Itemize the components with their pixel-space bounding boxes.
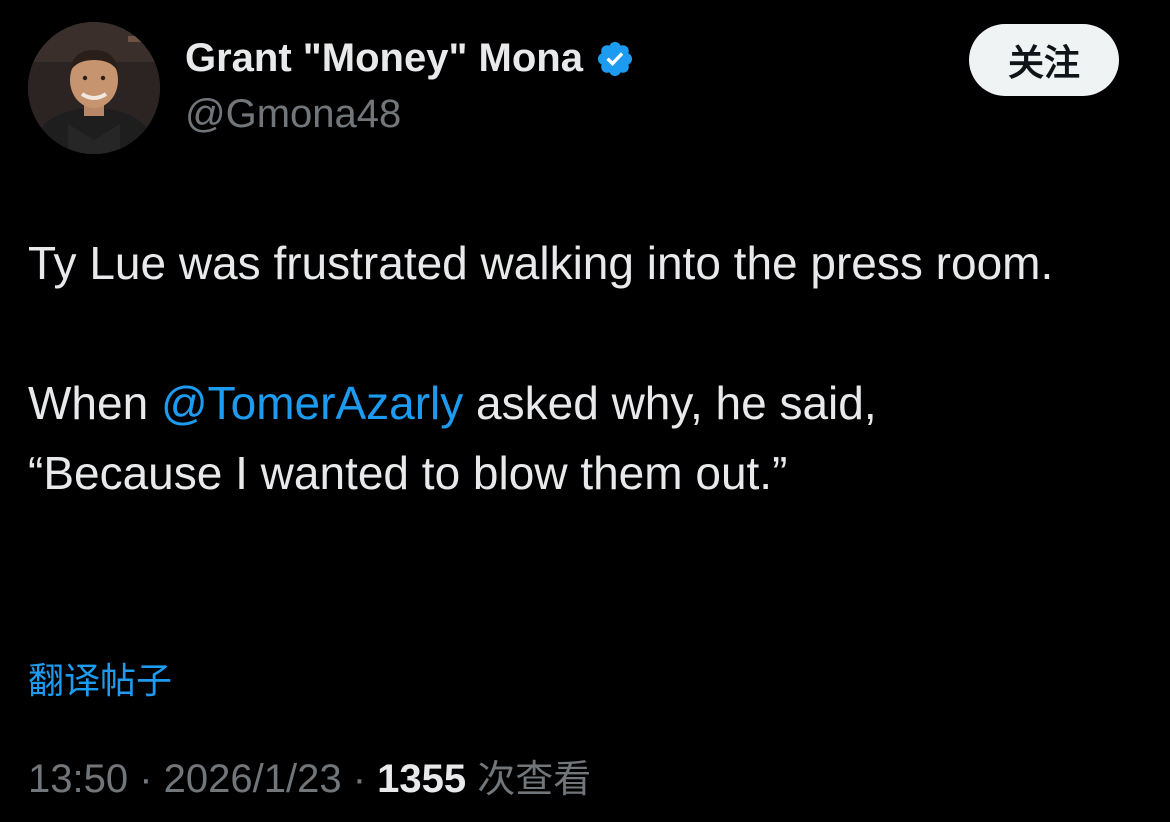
author-name-text[interactable]: Grant "Money" Mona [185,36,583,81]
tweet-meta: 13:50 · 2026/1/23 · 1355 次查看 [28,748,591,803]
tweet-quote: “Because I wanted to blow them out.” [28,447,788,499]
profile-photo [28,22,160,154]
tweet-paragraph-2: When @TomerAzarly asked why, he said, [28,368,1138,438]
meta-separator: · [128,757,164,801]
tweet-paragraph-2-prefix: When [28,377,161,429]
views-count[interactable]: 1355 [377,757,466,801]
tweet-date[interactable]: 2026/1/23 [164,757,342,801]
translate-post-link[interactable]: 翻译帖子 [28,652,172,704]
avatar[interactable] [28,22,160,154]
tweet-paragraph-1: Ty Lue was frustrated walking into the p… [28,237,1054,289]
author-handle[interactable]: @Gmona48 [185,92,401,137]
follow-button[interactable]: 关注 [969,24,1119,96]
views-label[interactable]: 次查看 [477,757,591,801]
author-display-name[interactable]: Grant "Money" Mona [185,36,635,81]
verified-badge-icon[interactable] [595,39,635,79]
tweet-paragraph-2-suffix: asked why, he said, [463,377,877,429]
tweet-time[interactable]: 13:50 [28,757,128,801]
mention-link[interactable]: @TomerAzarly [161,377,463,429]
meta-separator: · [341,757,378,801]
tweet-body: Ty Lue was frustrated walking into the p… [28,228,1138,508]
